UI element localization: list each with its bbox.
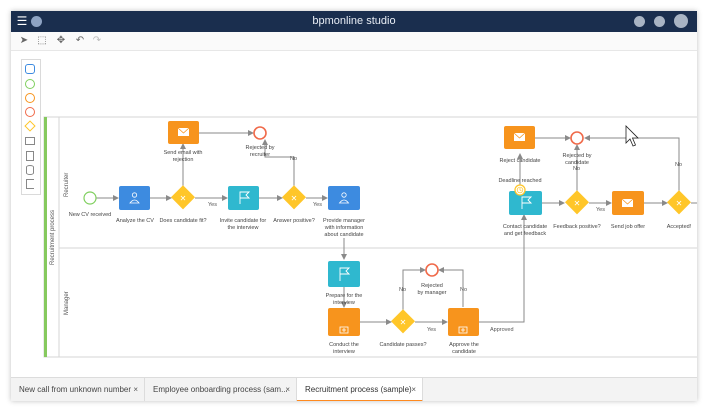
task-contact-candidate[interactable]: Contact candidate and get feedback — [503, 191, 547, 237]
node-label: Send email with — [164, 150, 203, 156]
flow-label-approved: Approved — [490, 327, 514, 333]
select-area-icon[interactable]: ⬚ — [35, 34, 49, 48]
flow-label-yes: Yes — [208, 202, 217, 208]
diagram-toolbar: ➤ ⬚ ✥ ↶ ↷ — [11, 32, 697, 51]
node-label: Send job offer — [611, 224, 645, 230]
node-label: Rejected by — [245, 145, 274, 151]
undo-icon[interactable]: ↶ — [73, 34, 87, 48]
process-diagram-canvas[interactable]: Recruitment process Recruiter Manager Ne… — [11, 51, 697, 379]
node-label: Reject candidate — [500, 158, 541, 164]
task-send-job-offer[interactable]: Send job offer — [611, 191, 645, 230]
node-label: Answer positive? — [273, 218, 315, 224]
gateway-x-icon: ✕ — [291, 194, 298, 203]
node-label: Rejected by — [562, 153, 591, 159]
node-label: Deadline reached — [498, 178, 541, 184]
task-reject-candidate[interactable]: Reject candidate — [500, 126, 541, 164]
lane-label-manager: Manager — [64, 291, 70, 315]
node-label: Conduct the — [329, 342, 359, 348]
node-label: Invite candidate for — [220, 218, 267, 224]
task-conduct-interview[interactable]: Conduct the interview — [328, 308, 360, 355]
node-label: Provide manager — [323, 218, 365, 224]
node-label: by manager — [417, 290, 446, 296]
tab-bar: New call from unknown number × Employee … — [11, 377, 697, 401]
node-label: Feedback positive? — [553, 224, 600, 230]
lane-label-recruiter: Recruiter — [64, 173, 70, 197]
tab-label: Recruitment process (sample) — [305, 385, 412, 394]
email-icon — [513, 132, 526, 141]
flow-label-no: No — [675, 162, 682, 168]
user-avatar-icon[interactable] — [674, 14, 688, 28]
flow-label-no: No — [573, 166, 580, 172]
node-label: New CV received — [69, 212, 112, 218]
flow-label-yes: Yes — [596, 207, 605, 213]
node-label: candidate — [452, 349, 476, 355]
node-label: interview — [333, 349, 355, 355]
gateway-x-icon: ✕ — [180, 194, 187, 203]
redo-icon[interactable]: ↷ — [90, 34, 104, 48]
flow-label-no: No — [399, 287, 406, 293]
node-label: Candidate passes? — [379, 342, 426, 348]
node-label: Contact candidate — [503, 224, 547, 230]
node-label: and get feedback — [504, 231, 546, 237]
email-icon — [177, 127, 190, 136]
node-label: Prepare for the — [326, 293, 363, 299]
task-approve-candidate[interactable]: Approve the candidate — [448, 308, 479, 355]
flow-label-yes: Yes — [313, 202, 322, 208]
node-label: with information — [324, 225, 364, 231]
tab-label: New call from unknown number — [19, 385, 132, 394]
close-icon[interactable]: × — [411, 378, 416, 401]
tab-employee-onboarding[interactable]: Employee onboarding process (sam... × — [145, 378, 297, 401]
node-label: Approve the — [449, 342, 479, 348]
app-title: bpmonline studio — [312, 15, 396, 27]
pool-label: Recruitment process — [50, 210, 56, 265]
node-label: about candidate — [324, 232, 363, 238]
node-label: interview — [333, 300, 355, 306]
tab-recruitment-process[interactable]: Recruitment process (sample) × — [297, 378, 423, 401]
flow-label-no: No — [460, 287, 467, 293]
gateway-x-icon: ✕ — [400, 318, 407, 327]
close-icon[interactable]: × — [285, 378, 290, 401]
node-label: Analyze the CV — [116, 218, 154, 224]
pool[interactable]: Recruitment process Recruiter Manager — [43, 116, 697, 358]
tab-label: Employee onboarding process (sam... — [153, 385, 288, 394]
node-label: Does candidate fit? — [159, 218, 206, 224]
node-label: Rejected — [421, 283, 443, 289]
move-icon[interactable]: ✥ — [54, 34, 68, 48]
settings-icon[interactable] — [654, 16, 665, 27]
tab-new-call[interactable]: New call from unknown number × — [11, 378, 145, 401]
app-window: ☰ bpmonline studio ➤ ⬚ ✥ ↶ ↷ Recruitment… — [11, 11, 697, 401]
notifications-icon[interactable] — [634, 16, 645, 27]
node-label: Accepted! — [667, 224, 692, 230]
node-label: recruiter — [250, 152, 270, 158]
title-bar: ☰ bpmonline studio — [11, 11, 697, 32]
gateway-x-icon: ✕ — [574, 199, 581, 208]
pointer-icon[interactable]: ➤ — [17, 34, 31, 48]
close-icon[interactable]: × — [133, 378, 138, 401]
flow-label-yes: Yes — [427, 327, 436, 333]
task-analyze-cv[interactable]: Analyze the CV — [116, 186, 154, 224]
email-icon — [621, 198, 634, 207]
flow-label-no: No — [290, 156, 297, 162]
node-label: rejection — [173, 157, 194, 163]
node-label: the interview — [228, 225, 259, 231]
gateway-x-icon: ✕ — [676, 199, 683, 208]
